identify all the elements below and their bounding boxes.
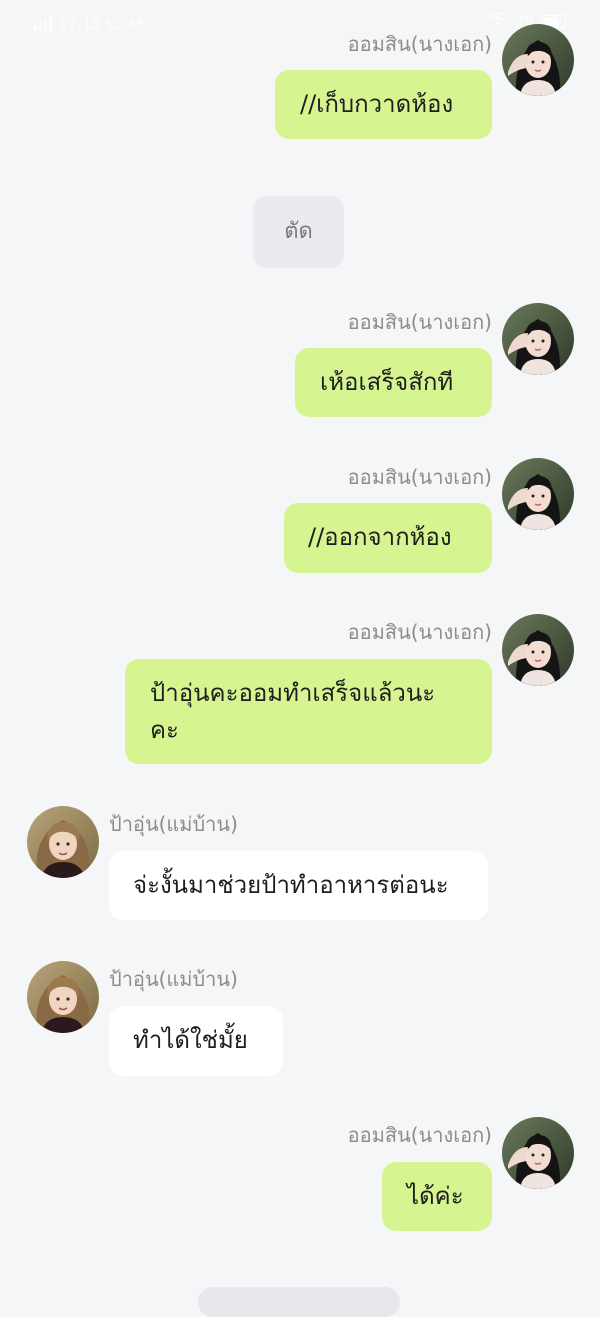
sender-name: ออมสิน(นางเอก) xyxy=(347,1123,492,1147)
sender-name: ป้าอุ่น(แม่บ้าน) xyxy=(109,812,238,836)
status-left: 17:15 น. 46 xyxy=(34,12,146,36)
message-line: ป้าอุ่นคะออมทำเสร็จแล้วนะ xyxy=(150,679,436,707)
message-bubble[interactable]: //เก็บกวาดห้อง xyxy=(275,70,492,139)
message-bubble[interactable]: //ออกจากห้อง xyxy=(284,503,492,573)
message-bubble[interactable]: ป้าอุ่นคะออมทำเสร็จแล้วนะ คะ xyxy=(125,659,492,764)
sender-name: ออมสิน(นางเอก) xyxy=(347,620,492,644)
status-extra: 46 xyxy=(127,15,147,33)
heroine-avatar[interactable] xyxy=(502,303,574,375)
system-message-bubble[interactable]: ตัด xyxy=(253,196,344,268)
message-bubble[interactable]: ได้ค่ะ xyxy=(382,1162,492,1231)
heroine-avatar[interactable] xyxy=(502,1117,574,1189)
sender-name: ป้าอุ่น(แม่บ้าน) xyxy=(109,967,238,991)
maid-avatar[interactable] xyxy=(27,806,99,878)
heroine-avatar[interactable] xyxy=(502,458,574,530)
scroll-indicator[interactable] xyxy=(198,1287,400,1317)
sender-name: ออมสิน(นางเอก) xyxy=(347,310,492,334)
signal-icon xyxy=(34,17,52,31)
sender-name: ออมสิน(นางเอก) xyxy=(347,465,492,489)
message-bubble[interactable]: ทำได้ใช่มั้ย xyxy=(109,1006,283,1076)
message-line: คะ xyxy=(150,716,179,744)
sender-name: ออมสิน(นางเอก) xyxy=(347,32,492,56)
maid-avatar[interactable] xyxy=(27,961,99,1033)
status-time: 17:15 น. xyxy=(58,15,122,33)
heroine-avatar[interactable] xyxy=(502,24,574,96)
message-bubble[interactable]: เห้อเสร็จสักที xyxy=(295,348,492,417)
heroine-avatar[interactable] xyxy=(502,614,574,686)
message-bubble[interactable]: จ่ะงั้นมาช่วยป้าทำอาหารต่อนะ xyxy=(109,851,488,920)
